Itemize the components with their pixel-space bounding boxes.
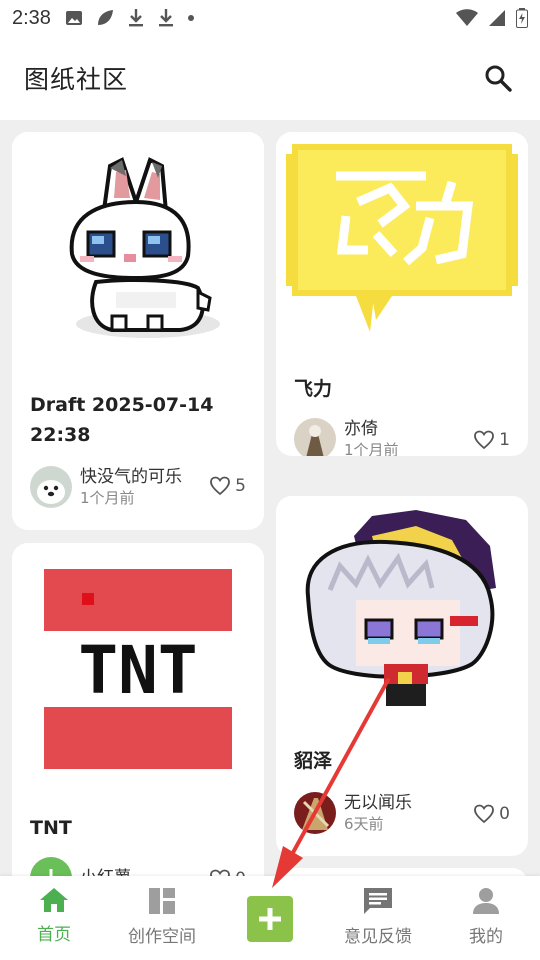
- pixel-bunny-image: [12, 132, 264, 382]
- like-button[interactable]: 1: [473, 430, 510, 450]
- download-icon: [128, 9, 143, 27]
- nav-label: 首页: [37, 925, 71, 945]
- pixel-speech-bubble-image: [276, 132, 528, 354]
- like-button[interactable]: 5: [209, 476, 246, 496]
- bottom-navigation: 首页 创作空间 意见反馈 我的: [0, 876, 540, 960]
- post-time: 1个月前: [80, 489, 135, 507]
- nav-feedback[interactable]: 意见反馈: [328, 886, 428, 947]
- avatar: [30, 466, 72, 508]
- card-title: 貂泽: [294, 750, 333, 772]
- leaf-icon: [97, 10, 113, 25]
- dot-icon: [187, 15, 194, 21]
- status-time: 2:38: [12, 6, 51, 29]
- like-count: 1: [499, 430, 510, 450]
- like-button[interactable]: 0: [473, 804, 510, 824]
- battery-icon: [516, 8, 528, 28]
- drawing-card[interactable]: TNT TNT 小红薯 0: [12, 543, 264, 923]
- avatar: [294, 418, 336, 456]
- cell-signal-icon: [489, 10, 505, 26]
- card-title: 飞力: [294, 378, 333, 400]
- nav-home[interactable]: 首页: [4, 886, 104, 945]
- card-author[interactable]: 亦倚 1个月前: [294, 418, 399, 456]
- heart-icon: [210, 476, 231, 496]
- dashboard-icon: [149, 888, 175, 914]
- nav-label: 意见反馈: [344, 927, 412, 947]
- card-title: Draft 2025-07-14 22:38: [30, 394, 214, 446]
- author-name: 快没气的可乐: [80, 467, 182, 487]
- app-header: 图纸社区: [0, 36, 540, 120]
- post-time: 6天前: [344, 815, 384, 833]
- chat-icon: [364, 888, 392, 914]
- download-icon: [158, 9, 173, 27]
- like-count: 5: [235, 476, 246, 496]
- pixel-character-image: [276, 496, 528, 732]
- add-drawing-button[interactable]: [247, 896, 293, 942]
- home-icon: [40, 888, 68, 912]
- pixel-tnt-image: TNT: [12, 543, 264, 793]
- page-title: 图纸社区: [24, 65, 129, 94]
- nav-creation-space[interactable]: 创作空间: [112, 886, 212, 947]
- author-name: 亦倚: [344, 419, 378, 439]
- like-count: 0: [499, 804, 510, 824]
- nav-profile[interactable]: 我的: [436, 886, 536, 947]
- wifi-icon: [456, 9, 478, 26]
- post-time: 1个月前: [344, 441, 399, 456]
- card-author[interactable]: 无以闻乐 6天前: [294, 792, 412, 834]
- status-bar: 2:38: [0, 0, 540, 36]
- nav-label: 我的: [469, 927, 503, 947]
- author-name: 无以闻乐: [344, 793, 412, 813]
- tnt-text: TNT: [78, 632, 197, 709]
- drawing-card[interactable]: Draft 2025-07-14 22:38 快没气的可乐 1个月前 5: [12, 132, 264, 530]
- search-button[interactable]: [480, 60, 516, 96]
- add-icon: [259, 908, 281, 930]
- gallery-icon: [65, 11, 82, 25]
- drawing-card[interactable]: 飞力 亦倚 1个月前 1: [276, 132, 528, 456]
- search-icon: [485, 65, 512, 92]
- person-icon: [473, 888, 499, 914]
- card-author[interactable]: 快没气的可乐 1个月前: [30, 466, 182, 508]
- avatar: [294, 792, 336, 834]
- drawing-card[interactable]: 貂泽 无以闻乐 6天前 0: [276, 496, 528, 856]
- heart-icon: [474, 430, 495, 450]
- card-title: TNT: [30, 817, 72, 839]
- heart-icon: [474, 804, 495, 824]
- nav-label: 创作空间: [128, 927, 196, 947]
